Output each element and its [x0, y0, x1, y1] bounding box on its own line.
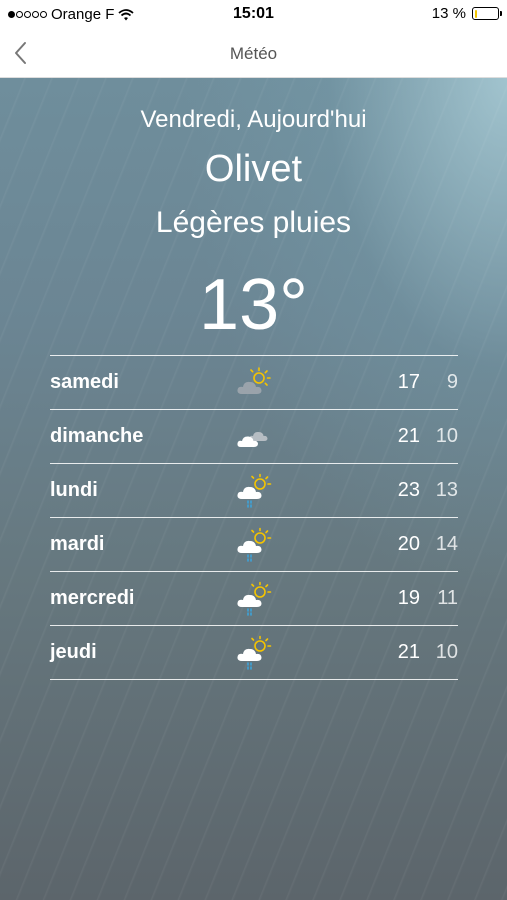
forecast-day: dimanche — [50, 425, 144, 447]
battery-percent: 13 % — [431, 5, 466, 22]
forecast-row: mercredi 19 11 — [50, 572, 458, 626]
forecast-high: 23 — [397, 479, 420, 501]
forecast-day: mardi — [50, 533, 105, 555]
forecast-high: 19 — [397, 587, 420, 609]
forecast-low: 14 — [435, 533, 458, 555]
forecast-high: 21 — [397, 641, 420, 663]
forecast-row: lundi 23 13 — [50, 464, 458, 518]
forecast-day: samedi — [50, 371, 119, 393]
sun-cloud-rain-icon — [237, 527, 272, 562]
forecast-high: 21 — [397, 425, 420, 447]
forecast-low: 10 — [435, 425, 458, 447]
forecast-row: mardi 20 14 — [50, 518, 458, 572]
forecast-high: 20 — [397, 533, 420, 555]
weather-panel: Vendredi, Aujourd'hui Olivet Légères plu… — [0, 78, 507, 900]
sun-cloud-rain-icon — [237, 473, 272, 508]
forecast-day: lundi — [50, 479, 98, 501]
city-name: Olivet — [204, 148, 303, 190]
current-day: Vendredi, Aujourd'hui — [140, 106, 367, 133]
weather-condition: Légères pluies — [155, 206, 352, 239]
forecast-row: samedi 17 9 — [50, 356, 458, 410]
battery-icon — [472, 7, 502, 20]
page-title: Météo — [229, 44, 278, 63]
sun-cloud-icon — [237, 367, 271, 394]
forecast-day: mercredi — [50, 587, 135, 609]
status-right: 13 % — [431, 5, 502, 22]
navigation-bar: Météo — [0, 30, 507, 78]
battery-level — [474, 9, 478, 18]
forecast-low: 9 — [446, 371, 458, 393]
forecast-row: jeudi 21 10 — [50, 626, 458, 680]
forecast-high: 17 — [397, 371, 420, 393]
sun-cloud-rain-icon — [237, 635, 272, 670]
current-temperature: 13° — [199, 265, 308, 345]
forecast-day: jeudi — [50, 641, 97, 663]
forecast-low: 10 — [435, 641, 458, 663]
status-bar: Orange F 15:01 13 % — [0, 0, 507, 30]
forecast-list: samedi 17 9 dimanche 21 10 lundi 23 13 m… — [50, 355, 458, 680]
forecast-low: 11 — [437, 587, 458, 609]
forecast-row: dimanche 21 10 — [50, 410, 458, 464]
sun-cloud-rain-icon — [237, 581, 272, 616]
cloudy-icon — [237, 431, 268, 447]
forecast-low: 13 — [435, 479, 458, 501]
